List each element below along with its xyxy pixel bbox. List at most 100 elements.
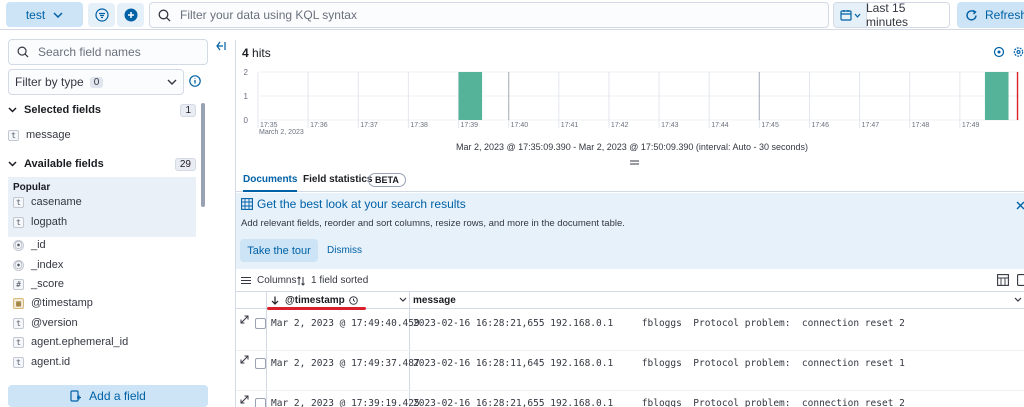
- field-name: logpath: [31, 216, 68, 228]
- hits-count: 4: [242, 46, 249, 60]
- collapse-sidebar-icon[interactable]: [216, 41, 228, 51]
- chart-time-range: Mar 2, 2023 @ 17:35:09.390 - Mar 2, 2023…: [456, 142, 808, 152]
- expand-icon[interactable]: [240, 315, 249, 324]
- close-icon[interactable]: [1016, 201, 1024, 210]
- field-item-casename[interactable]: t casename: [13, 191, 201, 213]
- info-icon[interactable]: [189, 75, 201, 87]
- dismiss-button[interactable]: Dismiss: [327, 245, 362, 256]
- available-fields-toggle[interactable]: Available fields 29: [8, 155, 196, 173]
- filter-by-type-label: Filter by type: [15, 75, 84, 89]
- cell-message: 2023-02-16 16:28:21,655 192.168.0.1 fblo…: [413, 398, 905, 407]
- tab-documents[interactable]: Documents: [243, 174, 298, 192]
- table-row[interactable]: Mar 2, 2023 @ 17:49:37.487 2023-02-16 16…: [236, 351, 1024, 391]
- expand-icon[interactable]: [240, 395, 249, 404]
- available-fields-label: Available fields: [24, 158, 104, 170]
- x-tick-label: 17:46: [811, 122, 829, 129]
- id-type-icon: ⦿: [13, 239, 24, 251]
- add-field-label: Add a field: [89, 389, 146, 403]
- field-name: message: [26, 129, 71, 141]
- chevron-down-icon: [53, 11, 63, 18]
- field-search-input[interactable]: [38, 45, 198, 59]
- search-icon: [158, 9, 171, 22]
- column-header-label: message: [413, 295, 456, 306]
- field-sidebar: Filter by type 0 Selected fields 1 t mes…: [0, 31, 213, 407]
- histogram-bar[interactable]: [458, 72, 483, 120]
- x-tick-label: 17:47: [862, 122, 880, 129]
- id-type-icon: ⦿: [13, 259, 24, 271]
- field-item-logpath[interactable]: t logpath: [13, 211, 201, 233]
- chart-grid: [257, 71, 1020, 128]
- histogram-bar[interactable]: [984, 72, 1009, 120]
- data-view-selector[interactable]: test: [6, 2, 83, 27]
- expand-icon[interactable]: [240, 355, 249, 364]
- field-item-timestamp[interactable]: ▦ @timestamp: [13, 292, 201, 314]
- time-range-display[interactable]: Last 15 minutes: [866, 1, 950, 29]
- take-tour-button[interactable]: Take the tour: [240, 239, 318, 262]
- tab-field-statistics[interactable]: Field statistics: [303, 174, 372, 192]
- table-row[interactable]: Mar 2, 2023 @ 17:49:40.459 2023-02-16 16…: [236, 311, 1024, 351]
- top-bar: test Last 15 minutes Refresh: [0, 0, 1024, 30]
- field-item-agent-ephemeral-id[interactable]: t agent.ephemeral_id: [13, 331, 201, 353]
- x-tick-label: 17:39: [461, 122, 479, 129]
- density-icon[interactable]: [997, 274, 1009, 286]
- column-header-message[interactable]: message: [413, 292, 456, 309]
- row-checkbox[interactable]: [255, 318, 266, 329]
- date-quick-menu-button[interactable]: [833, 2, 867, 28]
- string-type-icon: t: [13, 317, 24, 329]
- sidebar-scrollbar[interactable]: [201, 103, 205, 207]
- chart-options-icon[interactable]: [993, 46, 1005, 58]
- y-tick-label: 0: [244, 116, 249, 125]
- field-name: casename: [31, 196, 82, 208]
- x-tick-label: 17:49: [962, 122, 980, 129]
- chevron-down-icon[interactable]: [399, 297, 407, 302]
- x-tick-label: 17:45: [761, 122, 779, 129]
- callout-title: Get the best look at your search results: [257, 197, 466, 211]
- refresh-label: Refresh: [985, 8, 1024, 22]
- columns-label: Columns: [257, 275, 297, 286]
- add-field-button[interactable]: Add a field: [8, 385, 208, 407]
- field-name: agent.ephemeral_id: [31, 336, 129, 348]
- chart-x-axis: 17:35 17:36 17:37 17:38 17:39 17:40 17:41 17:42…: [260, 122, 979, 129]
- sort-desc-icon: [271, 296, 279, 305]
- field-name: _index: [31, 259, 64, 271]
- y-tick-label: 1: [244, 92, 249, 101]
- string-type-icon: t: [8, 129, 19, 141]
- columns-button[interactable]: Columns: [241, 275, 296, 286]
- chevron-down-icon[interactable]: [1014, 297, 1022, 302]
- histogram-chart: 012 17:35 17:36 17:37 17:38 17:39 17:40 17:41 1…: [244, 68, 1020, 136]
- fullscreen-icon[interactable]: [1017, 274, 1024, 286]
- x-tick-label: 17:40: [511, 122, 529, 129]
- table-icon: [241, 198, 253, 210]
- x-tick-label: 17:37: [360, 122, 378, 129]
- field-name: @version: [31, 317, 78, 329]
- resize-handle[interactable]: [630, 160, 639, 165]
- grid-toolbar: Columns 1 field sorted: [236, 272, 1024, 290]
- field-item-message[interactable]: t message: [8, 124, 196, 146]
- cell-message: 2023-02-16 16:28:21,655 192.168.0.1 fblo…: [413, 318, 905, 329]
- x-tick-label: 17:41: [561, 122, 579, 129]
- row-checkbox[interactable]: [255, 398, 266, 407]
- field-item-agent-id[interactable]: t agent.id: [13, 351, 201, 373]
- column-header-label: @timestamp: [285, 295, 345, 306]
- string-type-icon: t: [13, 216, 24, 228]
- table-row[interactable]: Mar 2, 2023 @ 17:39:19.425 2023-02-16 16…: [236, 391, 1024, 407]
- chart-y-axis: 0 1 2: [244, 68, 249, 125]
- gear-icon[interactable]: [1013, 46, 1024, 58]
- x-tick-label: 17:35: [260, 122, 278, 129]
- x-tick-label: 17:38: [410, 122, 428, 129]
- selected-fields-toggle[interactable]: Selected fields 1: [8, 101, 196, 119]
- kql-query-input[interactable]: [180, 8, 780, 22]
- refresh-button[interactable]: Refresh: [957, 2, 1024, 28]
- filter-menu-button[interactable]: [88, 3, 115, 27]
- cell-timestamp: Mar 2, 2023 @ 17:49:37.487: [271, 358, 420, 369]
- filter-count-badge: 0: [89, 76, 104, 88]
- hits-label: hits: [252, 46, 271, 60]
- row-checkbox[interactable]: [255, 358, 266, 369]
- filter-by-type-button[interactable]: Filter by type 0: [8, 69, 184, 95]
- field-item-id[interactable]: ⦿ _id: [13, 234, 201, 256]
- add-filter-button[interactable]: [117, 3, 144, 27]
- filter-icon: [94, 8, 109, 22]
- sort-button[interactable]: 1 field sorted: [297, 275, 368, 286]
- plus-circle-icon: [124, 8, 138, 22]
- string-type-icon: t: [13, 336, 24, 348]
